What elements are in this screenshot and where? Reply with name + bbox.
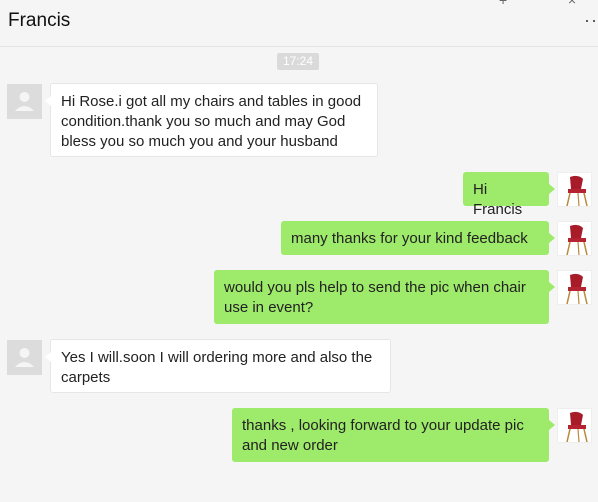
red-chair-icon xyxy=(566,411,588,442)
message-text: Yes I will.soon I will ordering more and… xyxy=(61,349,373,386)
contact-avatar[interactable] xyxy=(7,84,42,119)
message-bubble-outgoing[interactable]: Hi Francis xyxy=(463,172,555,218)
message-text: Hi Francis xyxy=(473,181,523,218)
message-text: many thanks for your kind feedback xyxy=(291,230,528,247)
red-chair-icon xyxy=(566,273,588,304)
pin-icon[interactable]: + xyxy=(499,0,507,8)
chat-header: Francis + × ·· xyxy=(0,0,598,47)
contact-avatar[interactable] xyxy=(7,340,42,375)
red-chair-icon xyxy=(566,175,588,206)
message-text: would you pls help to send the pic when … xyxy=(224,279,526,316)
my-avatar[interactable] xyxy=(557,408,592,443)
message-bubble-outgoing[interactable]: would you pls help to send the pic when … xyxy=(214,270,555,324)
message-bubble-outgoing[interactable]: many thanks for your kind feedback xyxy=(281,221,555,255)
red-chair-icon xyxy=(566,224,588,255)
message-bubble-incoming[interactable]: Hi Rose.i got all my chairs and tables i… xyxy=(45,83,378,157)
my-avatar[interactable] xyxy=(557,221,592,256)
message-bubble-outgoing[interactable]: thanks , looking forward to your update … xyxy=(232,408,555,462)
chat-title: Francis xyxy=(8,10,71,31)
my-avatar[interactable] xyxy=(557,172,592,207)
close-icon[interactable]: × xyxy=(568,0,576,8)
person-silhouette-icon xyxy=(15,348,34,367)
my-avatar[interactable] xyxy=(557,270,592,305)
person-silhouette-icon xyxy=(15,92,34,111)
timestamp: 17:24 xyxy=(277,53,319,70)
message-bubble-incoming[interactable]: Yes I will.soon I will ordering more and… xyxy=(45,339,391,393)
message-text: Hi Rose.i got all my chairs and tables i… xyxy=(61,93,362,150)
message-text: thanks , looking forward to your update … xyxy=(242,417,524,454)
more-dots-icon[interactable]: ·· xyxy=(584,10,598,31)
